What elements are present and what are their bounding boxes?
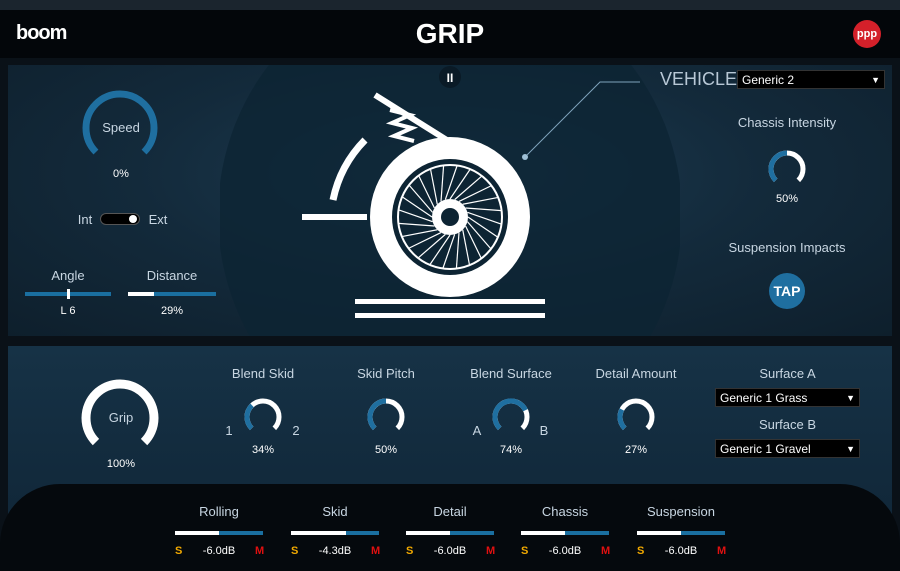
knob-1-value-arc[interactable] (367, 398, 387, 431)
tap-button[interactable]: TAP (769, 273, 805, 309)
suspension-impacts-label: Suspension Impacts (728, 240, 846, 255)
knob-label: Blend Surface (470, 366, 552, 381)
chevron-down-icon: ▼ (846, 443, 855, 454)
knob-3-value-arc[interactable] (617, 408, 627, 431)
angle-value: L 6 (60, 305, 76, 317)
mute-button[interactable]: M (717, 545, 726, 557)
surface-b-value: Generic 1 Gravel (720, 441, 811, 456)
knob-3-track[interactable] (617, 398, 655, 431)
knob-value: 34% (251, 444, 275, 456)
channel-volume-fill (637, 531, 681, 535)
angle-thumb[interactable] (67, 289, 70, 299)
distance-label: Distance (146, 268, 198, 283)
distance-slider[interactable] (128, 292, 216, 296)
knob-min-label: A (472, 423, 482, 438)
int-label: Int (77, 212, 93, 227)
solo-button[interactable]: S (521, 545, 528, 557)
ext-label: Ext (148, 212, 168, 227)
solo-button[interactable]: S (175, 545, 182, 557)
channel-volume-slider[interactable] (291, 531, 379, 535)
knob-2-value-arc[interactable] (492, 398, 528, 431)
channel-label: Suspension (647, 504, 715, 519)
knob-label: Skid Pitch (357, 366, 415, 381)
grip-value: 100% (106, 458, 136, 470)
solo-button[interactable]: S (637, 545, 644, 557)
channel-volume-fill (521, 531, 565, 535)
mute-button[interactable]: M (255, 545, 264, 557)
knob-value: 50% (374, 444, 398, 456)
surface-a-value: Generic 1 Grass (720, 390, 808, 405)
channel-volume-fill (406, 531, 450, 535)
channel-volume-slider[interactable] (637, 531, 725, 535)
knob-0-value-arc[interactable] (244, 403, 254, 431)
distance-value: 29% (160, 305, 184, 317)
speed-label: Speed (102, 120, 140, 135)
channel-volume-slider[interactable] (406, 531, 494, 535)
channel-label: Chassis (541, 504, 589, 519)
surface-a-select[interactable]: Generic 1 Grass ▼ (715, 388, 860, 407)
chassis-knob-value-arc[interactable] (768, 150, 788, 183)
mute-button[interactable]: M (371, 545, 380, 557)
speed-value: 0% (113, 168, 129, 180)
angle-slider[interactable] (25, 289, 111, 299)
chassis-intensity-label: Chassis Intensity (737, 115, 837, 130)
channel-volume-slider[interactable] (521, 531, 609, 535)
channel-label: Skid (322, 504, 348, 519)
channel-label: Detail (433, 504, 467, 519)
surface-a-label: Surface A (759, 366, 816, 381)
knob-min-label: 1 (225, 423, 233, 438)
knob-label: Blend Skid (231, 366, 295, 381)
channel-db-value: -6.0dB (202, 545, 236, 557)
channel-volume-slider[interactable] (175, 531, 263, 535)
distance-fill (128, 292, 154, 296)
mute-button[interactable]: M (601, 545, 610, 557)
channel-db-value: -6.0dB (548, 545, 582, 557)
knob-max-label: B (539, 423, 549, 438)
knob-label: Detail Amount (595, 366, 677, 381)
channel-volume-fill (175, 531, 219, 535)
knob-value: 27% (624, 444, 648, 456)
knobs-layer (81, 90, 806, 446)
channel-db-value: -4.3dB (318, 545, 352, 557)
knob-value: 74% (499, 444, 523, 456)
surface-b-label: Surface B (758, 417, 817, 432)
channel-label: Rolling (199, 504, 239, 519)
mute-button[interactable]: M (486, 545, 495, 557)
int-ext-toggle[interactable] (100, 213, 140, 225)
surface-b-select[interactable]: Generic 1 Gravel ▼ (715, 439, 860, 458)
chevron-down-icon: ▼ (846, 392, 855, 403)
angle-label: Angle (51, 268, 85, 283)
channel-volume-fill (291, 531, 346, 535)
grip-label: Grip (108, 410, 134, 425)
channel-db-value: -6.0dB (433, 545, 467, 557)
knob-max-label: 2 (292, 423, 300, 438)
toggle-knob (129, 215, 137, 223)
channel-db-value: -6.0dB (664, 545, 698, 557)
chassis-intensity-value: 50% (775, 193, 799, 205)
solo-button[interactable]: S (406, 545, 413, 557)
solo-button[interactable]: S (291, 545, 298, 557)
